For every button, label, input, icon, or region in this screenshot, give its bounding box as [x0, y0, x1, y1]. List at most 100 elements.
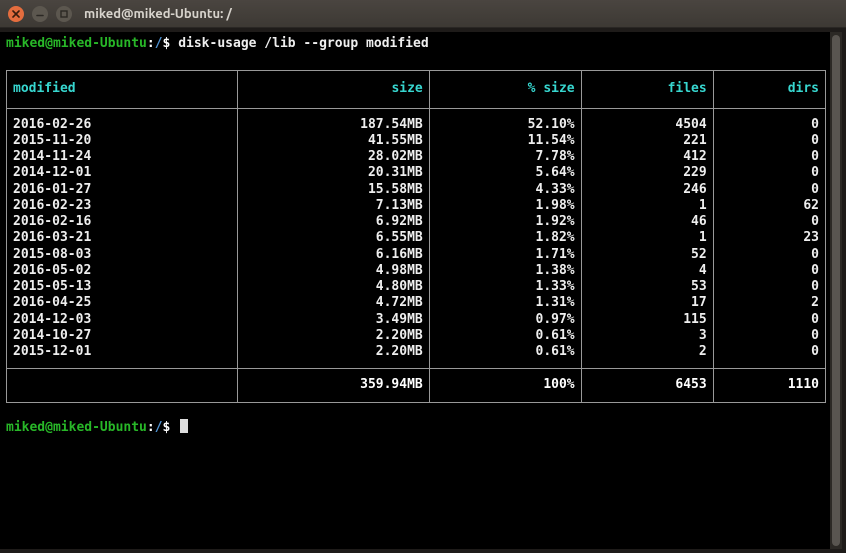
cell-pct: 0.97%: [429, 312, 581, 328]
table-row: 2015-08-036.16MB1.71%520: [7, 247, 826, 263]
cell-modified: 2016-01-27: [7, 182, 238, 198]
cell-size: 4.80MB: [238, 279, 430, 295]
cell-files: 17: [581, 295, 713, 311]
scrollbar[interactable]: [830, 32, 842, 549]
table-row: 2016-02-166.92MB1.92%460: [7, 214, 826, 230]
cell-files: 412: [581, 149, 713, 165]
cell-files: 52: [581, 247, 713, 263]
cell-files: 246: [581, 182, 713, 198]
terminal-window: miked@miked-Ubuntu: / miked@miked-Ubuntu…: [0, 0, 846, 553]
total-pct: 100%: [429, 369, 581, 402]
prompt-path: /: [155, 36, 163, 51]
cell-files: 3: [581, 328, 713, 344]
total-modified: [7, 369, 238, 402]
cell-files: 4: [581, 263, 713, 279]
total-files: 6453: [581, 369, 713, 402]
cell-files: 1: [581, 230, 713, 246]
blank-line: [6, 52, 824, 68]
cell-size: 2.20MB: [238, 328, 430, 344]
col-header-dirs: dirs: [713, 71, 825, 108]
prompt-dollar: $: [163, 420, 179, 435]
cell-dirs: 62: [713, 198, 825, 214]
cell-modified: 2016-02-23: [7, 198, 238, 214]
cell-dirs: 0: [713, 214, 825, 230]
maximize-button[interactable]: [56, 6, 72, 22]
col-header-pct-size: % size: [429, 71, 581, 108]
table-row: 2016-03-216.55MB1.82%123: [7, 230, 826, 246]
cell-dirs: 0: [713, 149, 825, 165]
cell-files: 46: [581, 214, 713, 230]
cell-files: 4504: [581, 108, 713, 133]
cell-dirs: 0: [713, 344, 825, 369]
cell-files: 53: [581, 279, 713, 295]
disk-usage-table: modified size % size files dirs 2016-02-…: [6, 70, 826, 402]
cell-size: 7.13MB: [238, 198, 430, 214]
cell-modified: 2016-05-02: [7, 263, 238, 279]
cell-pct: 5.64%: [429, 165, 581, 181]
cell-pct: 52.10%: [429, 108, 581, 133]
cell-modified: 2015-08-03: [7, 247, 238, 263]
cell-pct: 1.38%: [429, 263, 581, 279]
close-button[interactable]: [8, 6, 24, 22]
minimize-button[interactable]: [32, 6, 48, 22]
table-row: 2016-02-237.13MB1.98%162: [7, 198, 826, 214]
table-row: 2014-12-033.49MB0.97%1150: [7, 312, 826, 328]
cell-dirs: 0: [713, 279, 825, 295]
cell-dirs: 0: [713, 263, 825, 279]
maximize-icon: [60, 10, 68, 18]
cell-modified: 2015-05-13: [7, 279, 238, 295]
prompt-user-host: miked@miked-Ubuntu: [6, 36, 147, 51]
table-row: 2014-11-2428.02MB7.78%4120: [7, 149, 826, 165]
prompt-line: miked@miked-Ubuntu:/$ disk-usage /lib --…: [6, 36, 824, 52]
col-header-files: files: [581, 71, 713, 108]
cell-pct: 0.61%: [429, 328, 581, 344]
prompt-line: miked@miked-Ubuntu:/$: [6, 419, 824, 436]
cell-pct: 1.33%: [429, 279, 581, 295]
cell-size: 4.98MB: [238, 263, 430, 279]
cell-dirs: 0: [713, 182, 825, 198]
scrollbar-thumb[interactable]: [832, 35, 840, 546]
table-row: 2014-12-0120.31MB5.64%2290: [7, 165, 826, 181]
cell-pct: 1.31%: [429, 295, 581, 311]
table-row: 2014-10-272.20MB0.61%30: [7, 328, 826, 344]
cell-modified: 2014-12-01: [7, 165, 238, 181]
close-icon: [12, 10, 20, 18]
command-text: disk-usage /lib --group modified: [178, 36, 428, 51]
cell-size: 2.20MB: [238, 344, 430, 369]
table-header-row: modified size % size files dirs: [7, 71, 826, 108]
cell-files: 115: [581, 312, 713, 328]
blank-line: [6, 403, 824, 419]
terminal-body[interactable]: miked@miked-Ubuntu:/$ disk-usage /lib --…: [0, 32, 830, 549]
cursor: [180, 419, 188, 433]
cell-pct: 7.78%: [429, 149, 581, 165]
cell-pct: 1.92%: [429, 214, 581, 230]
cell-dirs: 0: [713, 165, 825, 181]
window-title: miked@miked-Ubuntu: /: [84, 7, 232, 21]
table-row: 2015-11-2041.55MB11.54%2210: [7, 133, 826, 149]
prompt-colon: :: [147, 36, 155, 51]
cell-size: 6.55MB: [238, 230, 430, 246]
cell-pct: 1.82%: [429, 230, 581, 246]
cell-files: 1: [581, 198, 713, 214]
cell-size: 4.72MB: [238, 295, 430, 311]
cell-dirs: 23: [713, 230, 825, 246]
cell-files: 2: [581, 344, 713, 369]
cell-pct: 1.71%: [429, 247, 581, 263]
table-row: 2016-01-2715.58MB4.33%2460: [7, 182, 826, 198]
cell-dirs: 0: [713, 133, 825, 149]
table-total-row: 359.94MB 100% 6453 1110: [7, 369, 826, 402]
cell-size: 6.16MB: [238, 247, 430, 263]
cell-size: 15.58MB: [238, 182, 430, 198]
table-row: 2016-05-024.98MB1.38%40: [7, 263, 826, 279]
titlebar: miked@miked-Ubuntu: /: [0, 0, 846, 28]
cell-dirs: 0: [713, 108, 825, 133]
cell-dirs: 0: [713, 328, 825, 344]
total-size: 359.94MB: [238, 369, 430, 402]
table-row: 2016-04-254.72MB1.31%172: [7, 295, 826, 311]
cell-size: 20.31MB: [238, 165, 430, 181]
prompt-path: /: [155, 420, 163, 435]
cell-modified: 2014-12-03: [7, 312, 238, 328]
cell-dirs: 0: [713, 312, 825, 328]
total-dirs: 1110: [713, 369, 825, 402]
table-row: 2015-05-134.80MB1.33%530: [7, 279, 826, 295]
